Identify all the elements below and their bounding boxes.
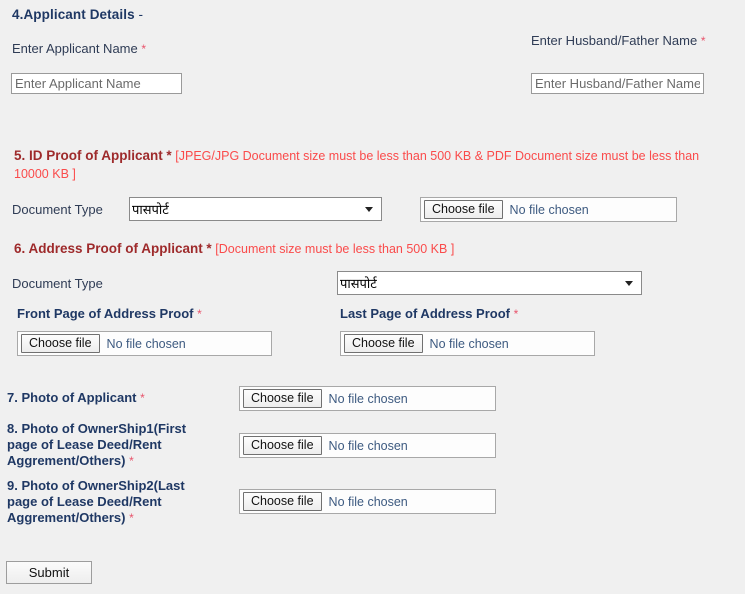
section-9-heading: 9. Photo of OwnerShip2(Last page of Leas… [7, 478, 217, 526]
ownership2-file-input[interactable]: Choose file No file chosen [239, 489, 496, 514]
section-7-heading: 7. Photo of Applicant * [7, 390, 232, 406]
section-8-heading: 8. Photo of OwnerShip1(First page of Lea… [7, 421, 217, 469]
front-page-address-proof-label: Front Page of Address Proof * [17, 306, 202, 321]
section-5-heading: 5. ID Proof of Applicant [14, 148, 163, 163]
applicant-name-label: Enter Applicant Name * [12, 41, 146, 56]
required-asterisk: * [129, 454, 134, 468]
last-page-address-proof-label: Last Page of Address Proof * [340, 306, 518, 321]
section-5-header: 5. ID Proof of Applicant * [JPEG/JPG Doc… [14, 147, 730, 183]
required-asterisk: * [140, 391, 145, 405]
choose-file-button[interactable]: Choose file [21, 334, 100, 353]
applicant-name-input[interactable] [11, 73, 182, 94]
address-proof-front-file-input[interactable]: Choose file No file chosen [17, 331, 272, 356]
section-4-title-text: 4.Applicant Details [12, 7, 135, 22]
last-page-address-proof-label-text: Last Page of Address Proof [340, 306, 510, 321]
section-7-heading-text: 7. Photo of Applicant [7, 390, 137, 405]
husband-father-name-label: Enter Husband/Father Name * [531, 33, 731, 49]
section-6-size-note: [Document size must be less than 500 KB … [215, 242, 455, 256]
required-asterisk: * [513, 307, 519, 321]
choose-file-button[interactable]: Choose file [243, 436, 322, 455]
document-type-label-address-proof: Document Type [12, 276, 103, 291]
document-type-select-wrapper-address-proof: पासपोर्ट [337, 271, 642, 295]
section-6-heading: 6. Address Proof of Applicant [14, 241, 203, 256]
file-status-text: No file chosen [429, 336, 509, 351]
choose-file-button[interactable]: Choose file [243, 492, 322, 511]
choose-file-button[interactable]: Choose file [243, 389, 322, 408]
file-status-text: No file chosen [328, 494, 408, 509]
file-status-text: No file chosen [509, 202, 589, 217]
section-9-heading-text: 9. Photo of OwnerShip2(Last page of Leas… [7, 478, 185, 525]
file-status-text: No file chosen [106, 336, 186, 351]
front-page-address-proof-label-text: Front Page of Address Proof [17, 306, 194, 321]
document-type-select-id-proof[interactable]: पासपोर्ट [129, 197, 382, 221]
required-asterisk: * [206, 241, 212, 256]
required-asterisk: * [700, 34, 706, 48]
ownership1-file-input[interactable]: Choose file No file chosen [239, 433, 496, 458]
address-proof-last-file-input[interactable]: Choose file No file chosen [340, 331, 595, 356]
document-type-select-address-proof[interactable]: पासपोर्ट [337, 271, 642, 295]
section-8-heading-text: 8. Photo of OwnerShip1(First page of Lea… [7, 421, 187, 468]
applicant-photo-file-input[interactable]: Choose file No file chosen [239, 386, 496, 411]
section-4-title: 4.Applicant Details - [12, 7, 143, 22]
choose-file-button[interactable]: Choose file [344, 334, 423, 353]
applicant-details-form: 4.Applicant Details - Enter Applicant Na… [0, 0, 745, 594]
section-6-header: 6. Address Proof of Applicant * [Documen… [14, 240, 730, 258]
required-asterisk: * [197, 307, 202, 321]
required-asterisk: * [141, 42, 147, 56]
document-type-label-id-proof: Document Type [12, 202, 103, 217]
husband-father-name-input[interactable] [531, 73, 704, 94]
submit-button[interactable]: Submit [6, 561, 92, 584]
required-asterisk: * [166, 148, 172, 163]
file-status-text: No file chosen [328, 438, 408, 453]
required-asterisk: * [129, 511, 134, 525]
file-status-text: No file chosen [328, 391, 408, 406]
choose-file-button[interactable]: Choose file [424, 200, 503, 219]
section-4-title-dash: - [134, 7, 144, 22]
id-proof-file-input[interactable]: Choose file No file chosen [420, 197, 677, 222]
document-type-select-wrapper-id-proof: पासपोर्ट [129, 197, 382, 221]
husband-father-name-label-text: Enter Husband/Father Name [531, 33, 698, 48]
applicant-name-label-text: Enter Applicant Name [12, 41, 138, 56]
